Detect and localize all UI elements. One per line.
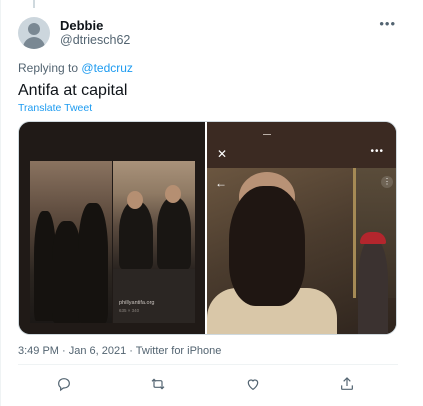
beard-shape — [229, 186, 305, 306]
tweet-timestamp-source[interactable]: 3:49 PM · Jan 6, 2021 · Twitter for iPho… — [18, 345, 221, 357]
photo-caption-area — [113, 269, 195, 323]
photo-caption-dimensions: 635 × 340 — [119, 308, 140, 313]
replying-to-line: Replying to @tedcruz — [18, 61, 133, 75]
avatar-shoulders-shape — [23, 37, 45, 49]
thread-connector-line — [33, 0, 35, 8]
photo-caption: phillyantifa.org — [119, 300, 155, 306]
share-icon[interactable] — [339, 376, 357, 394]
translate-tweet-link[interactable]: Translate Tweet — [18, 102, 92, 114]
background-person-shape — [358, 238, 388, 334]
like-icon[interactable] — [245, 376, 263, 394]
avatar-head-shape — [28, 23, 40, 35]
author-name[interactable]: Debbie — [60, 18, 103, 33]
tweet-actions — [18, 376, 398, 394]
back-arrow-icon[interactable]: ← — [215, 176, 227, 190]
more-horizontal-icon[interactable]: ••• — [370, 146, 384, 157]
tweet-header: Debbie @dtriesch62 ••• — [18, 14, 398, 54]
tweet-media[interactable]: phillyantifa.org 635 × 340 ✕ ••• ← ⋮ — [18, 121, 397, 335]
handle-bar — [263, 134, 271, 135]
reply-icon[interactable] — [56, 376, 74, 394]
group-photo — [113, 161, 195, 269]
closeup-photo — [207, 168, 396, 334]
divider-line — [18, 364, 398, 365]
author-handle[interactable]: @dtriesch62 — [60, 33, 130, 47]
left-border — [0, 0, 1, 406]
retweet-icon[interactable] — [150, 376, 168, 394]
replying-to-label: Replying to — [18, 61, 79, 75]
more-vertical-icon[interactable]: ⋮ — [381, 176, 393, 188]
reply-mention-link[interactable]: @tedcruz — [81, 61, 133, 75]
media-left-image[interactable]: phillyantifa.org 635 × 340 — [19, 122, 205, 334]
more-horizontal-icon[interactable]: ••• — [379, 16, 396, 31]
media-right-image[interactable]: ✕ ••• ← ⋮ — [207, 122, 396, 334]
tweet-text: Antifa at capital — [18, 82, 128, 99]
red-hat-shape — [360, 232, 386, 244]
crowd-photo — [30, 161, 112, 323]
close-icon[interactable]: ✕ — [217, 147, 227, 161]
avatar[interactable] — [18, 17, 50, 49]
